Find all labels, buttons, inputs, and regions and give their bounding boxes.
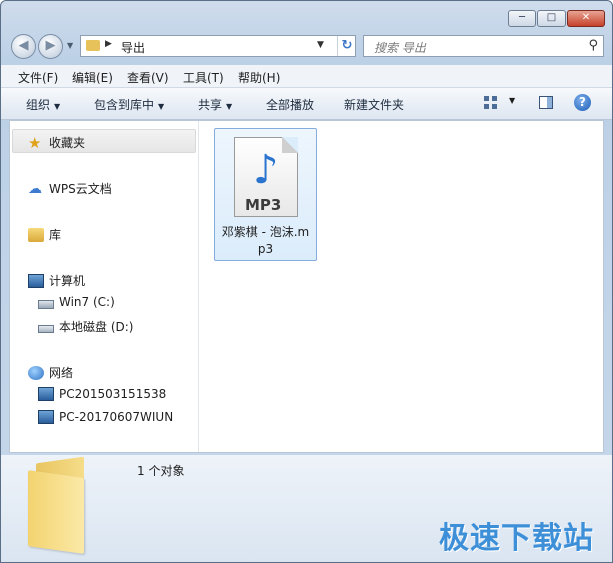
sidebar-item-wps-cloud[interactable]: ☁ WPS云文档: [28, 180, 112, 197]
breadcrumb-current[interactable]: 导出: [121, 39, 145, 56]
network-computer-icon: [38, 410, 54, 424]
navigation-pane[interactable]: ★ 收藏夹 ☁ WPS云文档 库 计算机 Win7 (C:) 本地磁盘 (D:)…: [10, 121, 199, 452]
navigation-row: ◀ ▶ ▼ ▶ 导出 ▼ ↻ 搜索 导出 ⚲: [1, 31, 612, 63]
folder-icon: [28, 456, 90, 554]
drive-icon: [38, 325, 54, 333]
chevron-down-icon: ▼: [226, 102, 233, 111]
organize-label: 组织: [26, 98, 51, 112]
network-icon: [28, 365, 44, 380]
explorer-window: ─ □ ✕ ◀ ▶ ▼ ▶ 导出 ▼ ↻ 搜索 导出 ⚲ 文件(F) 编辑(E)…: [0, 0, 613, 563]
command-bar: 组织 ▼ 包含到库中 ▼ 共享 ▼ 全部播放 新建文件夹 ▼ ?: [1, 88, 612, 120]
file-document-icon: ♪ MP3: [234, 137, 298, 217]
recent-pages-dropdown[interactable]: ▼: [67, 41, 73, 50]
minimize-button[interactable]: ─: [508, 10, 536, 27]
menu-edit[interactable]: 编辑(E): [72, 69, 113, 86]
network-computer-icon: [38, 387, 54, 401]
forward-button[interactable]: ▶: [38, 34, 63, 59]
file-name[interactable]: 邓紫棋 - 泡沫.mp3: [219, 224, 312, 258]
file-item[interactable]: ♪ MP3 邓紫棋 - 泡沫.mp3: [214, 128, 317, 261]
include-in-library-label: 包含到库中: [94, 98, 155, 112]
system-drive-icon: [38, 299, 54, 309]
organize-button[interactable]: 组织 ▼: [26, 96, 60, 113]
folder-icon: [86, 40, 100, 51]
address-dropdown-icon[interactable]: ▼: [317, 40, 324, 50]
share-label: 共享: [198, 98, 223, 112]
menu-tools[interactable]: 工具(T): [183, 69, 224, 86]
watermark-logo: 极速下载站: [439, 521, 594, 556]
search-input[interactable]: 搜索 导出 ⚲: [363, 35, 604, 57]
sidebar-item-label: Win7 (C:): [59, 295, 115, 309]
menu-file[interactable]: 文件(F): [18, 69, 58, 86]
sidebar-item-computer[interactable]: 计算机: [28, 272, 85, 289]
menu-help[interactable]: 帮助(H): [238, 69, 280, 86]
library-icon: [28, 227, 44, 242]
details-pane: 1 个对象 极速下载站: [1, 455, 612, 562]
item-count: 1 个对象: [137, 464, 185, 478]
sidebar-item-label: 本地磁盘 (D:): [59, 320, 134, 334]
close-button[interactable]: ✕: [567, 10, 605, 27]
cloud-icon: ☁: [28, 180, 42, 197]
share-button[interactable]: 共享 ▼: [198, 96, 232, 113]
search-icon[interactable]: ⚲: [588, 38, 598, 53]
computer-icon: [28, 273, 44, 288]
forward-arrow-icon: ▶: [45, 38, 56, 53]
sidebar-item-libraries[interactable]: 库: [28, 226, 61, 243]
new-folder-button[interactable]: 新建文件夹: [344, 96, 404, 113]
include-in-library-button[interactable]: 包含到库中 ▼: [94, 96, 164, 113]
sidebar-item-network-pc-2[interactable]: PC-20170607WIUN: [38, 410, 173, 424]
menu-bar: 文件(F) 编辑(E) 查看(V) 工具(T) 帮助(H): [1, 65, 612, 88]
chevron-down-icon: ▼: [54, 102, 61, 111]
breadcrumb-separator-icon[interactable]: ▶: [105, 39, 112, 49]
sidebar-item-label: PC-20170607WIUN: [59, 410, 174, 424]
sidebar-item-favorites[interactable]: ★ 收藏夹: [28, 134, 85, 151]
sidebar-item-label: 收藏夹: [49, 136, 86, 150]
back-button[interactable]: ◀: [11, 34, 36, 59]
sidebar-item-drive-c[interactable]: Win7 (C:): [38, 295, 115, 309]
music-note-icon: ♪: [253, 147, 279, 193]
maximize-button[interactable]: □: [537, 10, 566, 27]
sidebar-item-label: 计算机: [49, 274, 86, 288]
title-bar: ─ □ ✕: [1, 1, 612, 31]
content-area: ★ 收藏夹 ☁ WPS云文档 库 计算机 Win7 (C:) 本地磁盘 (D:)…: [9, 120, 604, 453]
back-arrow-icon: ◀: [18, 38, 29, 53]
help-icon[interactable]: ?: [574, 94, 591, 111]
search-placeholder: 搜索 导出: [374, 41, 426, 55]
change-view-icon[interactable]: [484, 96, 498, 110]
sidebar-item-label: 库: [49, 228, 62, 242]
menu-view[interactable]: 查看(V): [127, 69, 169, 86]
chevron-down-icon: ▼: [158, 102, 165, 111]
star-icon: ★: [28, 133, 42, 152]
address-bar[interactable]: ▶ 导出 ▼ ↻: [80, 35, 356, 57]
sidebar-item-network[interactable]: 网络: [28, 364, 73, 381]
play-all-button[interactable]: 全部播放: [266, 96, 314, 113]
file-list-pane[interactable]: ♪ MP3 邓紫棋 - 泡沫.mp3: [199, 121, 603, 452]
preview-pane-icon[interactable]: [539, 96, 553, 109]
view-options-dropdown[interactable]: ▼: [509, 96, 515, 105]
sidebar-item-label: 网络: [49, 366, 74, 380]
sidebar-item-label: WPS云文档: [49, 182, 112, 196]
sidebar-item-drive-d[interactable]: 本地磁盘 (D:): [38, 318, 133, 335]
refresh-button[interactable]: ↻: [337, 36, 356, 56]
sidebar-item-label: PC201503151538: [59, 387, 167, 401]
file-type-badge: MP3: [245, 196, 282, 214]
sidebar-item-network-pc-1[interactable]: PC201503151538: [38, 387, 166, 401]
